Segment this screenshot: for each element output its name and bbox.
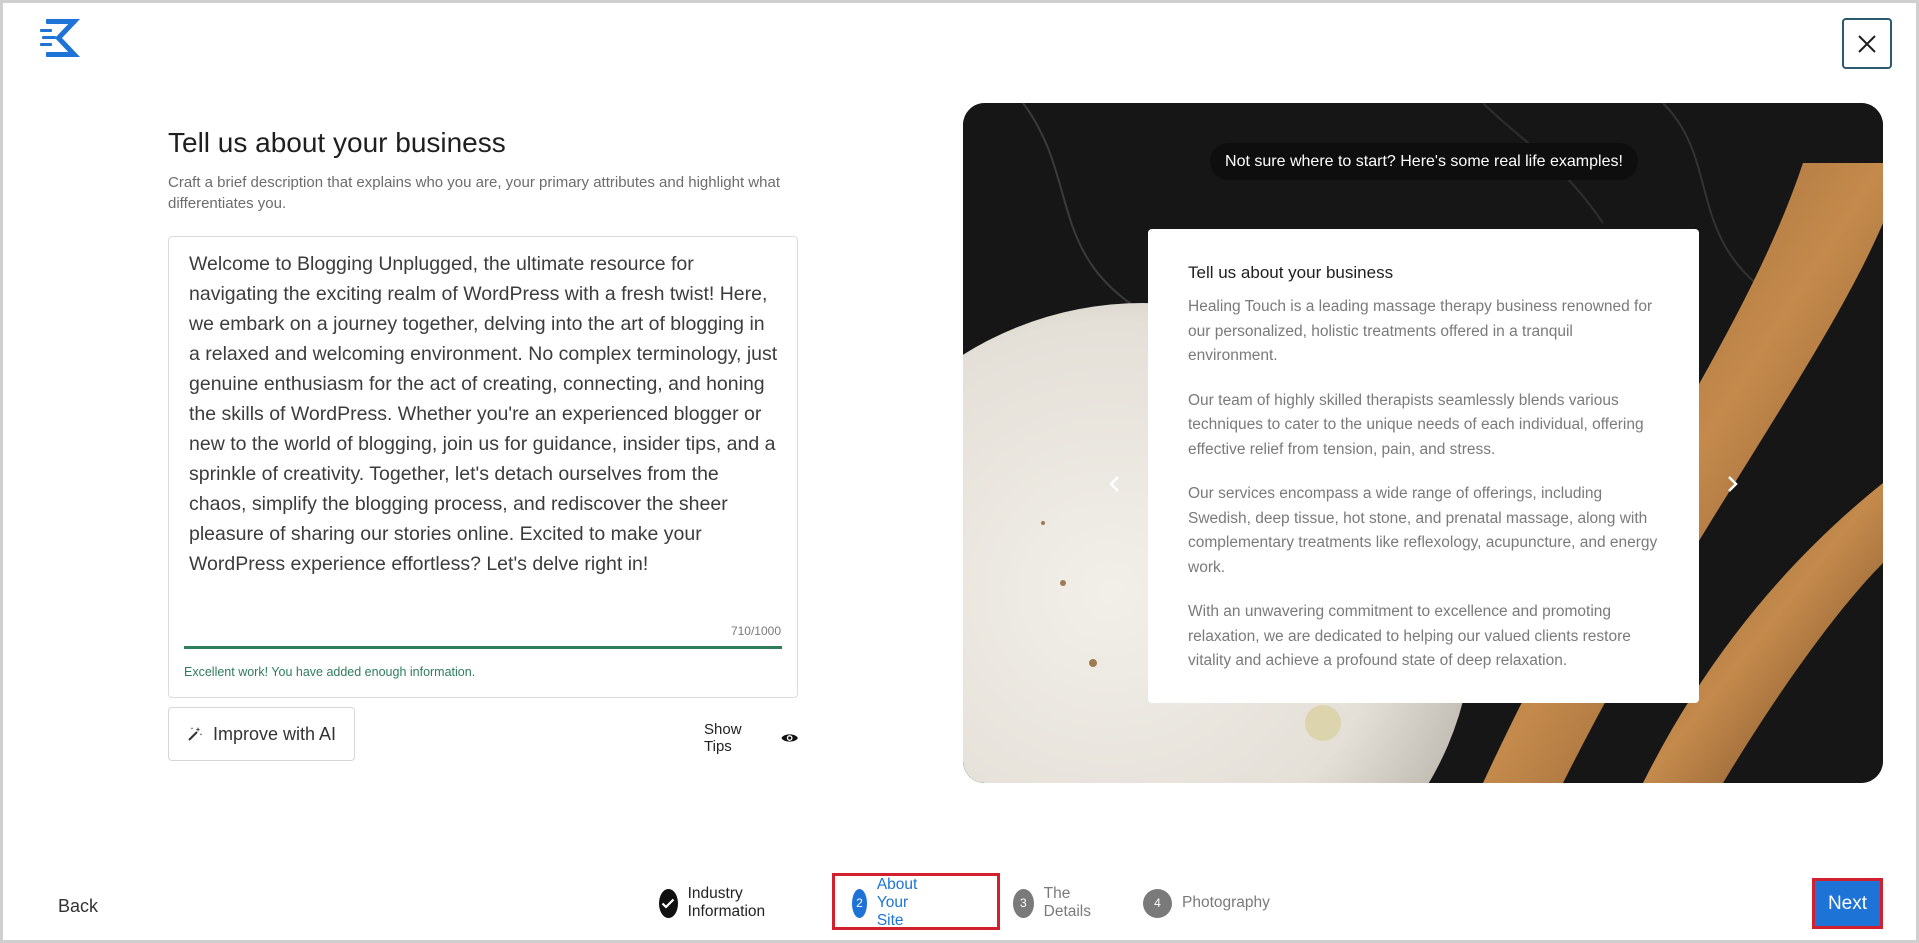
previous-example-button[interactable] — [1099, 469, 1129, 499]
description-field[interactable]: Welcome to Blogging Unplugged, the ultim… — [168, 236, 798, 698]
kadence-logo-icon — [40, 19, 80, 57]
eye-icon — [781, 734, 798, 742]
example-paragraph: With an unwavering commitment to excelle… — [1188, 603, 1631, 669]
examples-hint: Not sure where to start? Here's some rea… — [1210, 143, 1638, 180]
examples-panel: Not sure where to start? Here's some rea… — [963, 103, 1883, 783]
step-label: Industry Information — [687, 885, 766, 920]
page-subtitle: Craft a brief description that explains … — [168, 174, 780, 212]
step-label: Photography — [1182, 894, 1270, 911]
close-icon — [1858, 34, 1876, 53]
page-title: Tell us about your business — [168, 127, 506, 158]
step-label: The Details — [1043, 885, 1092, 920]
close-button[interactable] — [1842, 18, 1892, 69]
example-paragraph: Our team of highly skilled therapists se… — [1188, 391, 1644, 458]
feedback-message: Excellent work! You have added enough in… — [184, 665, 476, 679]
magic-wand-icon — [188, 727, 203, 741]
description-textarea[interactable]: Welcome to Blogging Unplugged, the ultim… — [189, 249, 779, 579]
example-card: Tell us about your business Healing Touc… — [1148, 229, 1699, 703]
check-icon — [659, 888, 678, 918]
description-progress-bar — [184, 646, 782, 649]
show-tips-label: Show Tips — [704, 721, 742, 755]
step-the-details[interactable]: 3 The Details — [1013, 885, 1099, 920]
character-counter: 710/1000 — [730, 624, 781, 638]
improve-with-ai-button[interactable]: Improve with AI — [168, 707, 355, 761]
active-step-highlight — [832, 873, 1000, 930]
business-form: Tell us about your business Craft a brie… — [168, 127, 798, 761]
example-card-title: Tell us about your business — [1188, 263, 1394, 282]
improve-with-ai-label: Improve with AI — [213, 723, 337, 744]
back-button[interactable]: Back — [58, 896, 98, 917]
chevron-left-icon — [1109, 476, 1119, 492]
next-button[interactable]: Next — [1812, 878, 1883, 929]
step-number: 3 — [1013, 888, 1034, 918]
example-paragraph: Healing Touch is a leading massage thera… — [1188, 298, 1653, 364]
next-example-button[interactable] — [1718, 469, 1748, 499]
step-number: 4 — [1143, 888, 1172, 918]
step-industry-information[interactable]: Industry Information — [659, 885, 776, 920]
show-tips-button[interactable]: Show Tips — [704, 721, 798, 755]
example-paragraph: Our services encompass a wide range of o… — [1188, 485, 1658, 576]
description-progress-fill — [184, 646, 782, 649]
wizard-window: Tell us about your business Craft a brie… — [3, 3, 1916, 940]
step-photography[interactable]: 4 Photography — [1143, 888, 1270, 918]
chevron-right-icon — [1728, 476, 1738, 492]
